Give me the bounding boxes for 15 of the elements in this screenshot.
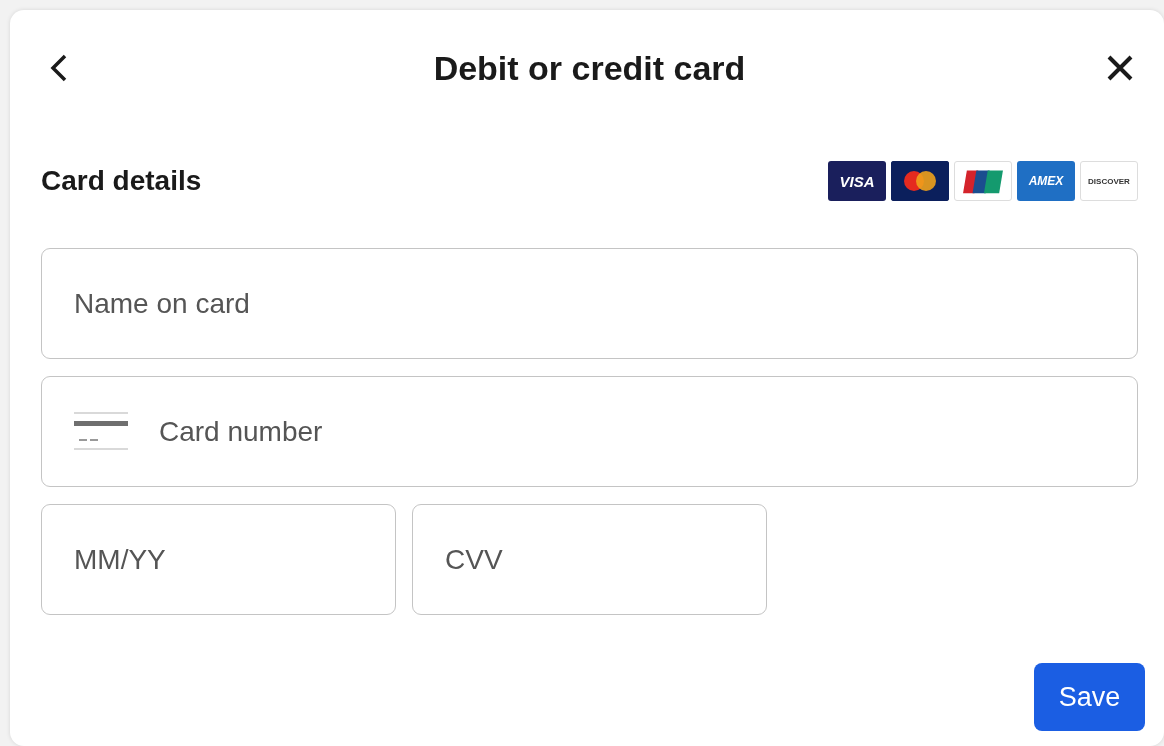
mastercard-logo [891,161,949,201]
input-field[interactable]: Name on card [41,248,1138,359]
save-button[interactable]: Save [1034,663,1145,731]
input-field[interactable]: CVV [412,504,767,615]
unionpay-logo [954,161,1012,201]
input-field[interactable]: MM/YY [41,504,396,615]
discover-logo: DISCOVER [1080,161,1138,201]
visa-logo: VISA [828,161,886,201]
credit-card-icon [73,411,129,451]
close-icon [1106,54,1134,82]
dialog-title: Debit or credit card [433,48,746,88]
amex-logo: AMEX [1017,161,1075,201]
chevron-left-icon [49,53,69,83]
input-field[interactable]: Card number [41,376,1138,487]
section-heading: Card details [41,165,202,197]
